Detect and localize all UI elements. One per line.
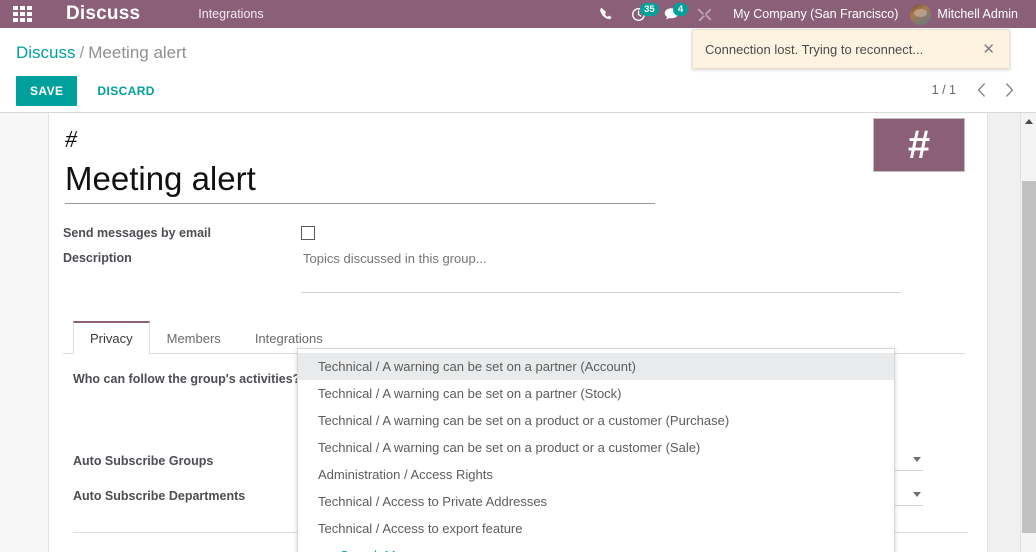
breadcrumb-current: Meeting alert <box>88 43 187 62</box>
clock-activity-icon[interactable]: 35 <box>622 0 659 28</box>
send-by-email-checkbox[interactable] <box>301 226 315 240</box>
autocomplete-dropdown: Technical / A warning can be set on a pa… <box>297 348 895 552</box>
description-value <box>301 247 965 298</box>
breadcrumb-root-link[interactable]: Discuss <box>16 43 76 62</box>
form-content-area: # # Meeting alert Send messages by email… <box>0 113 1020 552</box>
chevron-down-icon[interactable] <box>913 492 921 497</box>
wrench-tools-icon[interactable] <box>688 0 721 28</box>
save-button[interactable]: SAVE <box>16 76 78 106</box>
user-avatar <box>910 3 932 25</box>
dropdown-search-more[interactable]: Search More... <box>298 542 894 552</box>
scroll-thumb[interactable] <box>1022 181 1036 533</box>
record-title-input[interactable]: Meeting alert <box>65 159 655 204</box>
app-brand-discuss[interactable]: Discuss <box>66 0 140 28</box>
channel-avatar[interactable]: # <box>873 118 965 172</box>
tab-privacy[interactable]: Privacy <box>73 321 150 354</box>
company-switcher[interactable]: My Company (San Francisco) <box>721 0 910 28</box>
field-row-send-by-email: Send messages by email <box>63 222 965 245</box>
toast-message: Connection lost. Trying to reconnect... <box>705 41 924 57</box>
send-by-email-label: Send messages by email <box>63 226 211 240</box>
dropdown-item[interactable]: Administration / Access Rights <box>298 461 894 488</box>
top-navbar: Discuss Integrations 35 4 My Company (Sa… <box>0 0 1036 28</box>
description-label: Description <box>63 251 132 265</box>
description-input[interactable] <box>301 247 901 293</box>
apps-grid-icon[interactable] <box>6 0 38 28</box>
connection-lost-toast: Connection lost. Trying to reconnect... … <box>692 29 1010 69</box>
record-title-wrapper: Meeting alert <box>65 159 655 204</box>
close-icon[interactable]: ✕ <box>980 42 997 57</box>
dropdown-item[interactable]: Technical / Access to Private Addresses <box>298 488 894 515</box>
dropdown-item[interactable]: Technical / A warning can be set on a pa… <box>298 380 894 407</box>
left-gutter <box>0 113 48 552</box>
record-pager: 1 / 1 <box>932 78 1022 102</box>
field-row-description: Description <box>63 247 965 298</box>
user-name-label: Mitchell Admin <box>937 7 1018 21</box>
pager-next-icon[interactable] <box>996 78 1022 102</box>
navbar-menu-integrations[interactable]: Integrations <box>198 0 263 28</box>
dropdown-item[interactable]: Technical / A warning can be set on a pa… <box>298 353 894 380</box>
messaging-count-badge: 4 <box>673 3 689 16</box>
auto-subscribe-departments-label: Auto Subscribe Departments <box>73 488 246 503</box>
pager-previous-icon[interactable] <box>968 78 994 102</box>
send-by-email-value <box>301 222 965 245</box>
record-action-buttons: SAVE DISCARD <box>16 76 167 106</box>
auto-subscribe-groups-label: Auto Subscribe Groups <box>73 453 214 468</box>
dropdown-item[interactable]: Technical / A warning can be set on a pr… <box>298 434 894 461</box>
breadcrumb: Discuss / Meeting alert <box>16 42 187 64</box>
main-field-grid: Send messages by email Description <box>63 222 965 298</box>
scroll-up-arrow-icon[interactable] <box>1021 113 1036 130</box>
channel-hash-glyph: # <box>65 127 77 153</box>
phone-icon[interactable] <box>590 0 622 28</box>
navbar-right-group: 35 4 My Company (San Francisco) Mitchell… <box>590 0 1036 28</box>
dropdown-item[interactable]: Technical / Access to export feature <box>298 515 894 542</box>
chat-bubble-icon[interactable]: 4 <box>655 0 689 28</box>
pager-count-label: 1 / 1 <box>931 83 956 97</box>
user-menu[interactable]: Mitchell Admin <box>910 3 1030 25</box>
chevron-down-icon[interactable] <box>913 457 921 462</box>
breadcrumb-separator: / <box>79 43 85 62</box>
tab-members[interactable]: Members <box>150 321 238 354</box>
dropdown-item[interactable]: Technical / A warning can be set on a pr… <box>298 407 894 434</box>
discard-button[interactable]: DISCARD <box>85 76 166 106</box>
vertical-scrollbar[interactable] <box>1020 113 1036 552</box>
